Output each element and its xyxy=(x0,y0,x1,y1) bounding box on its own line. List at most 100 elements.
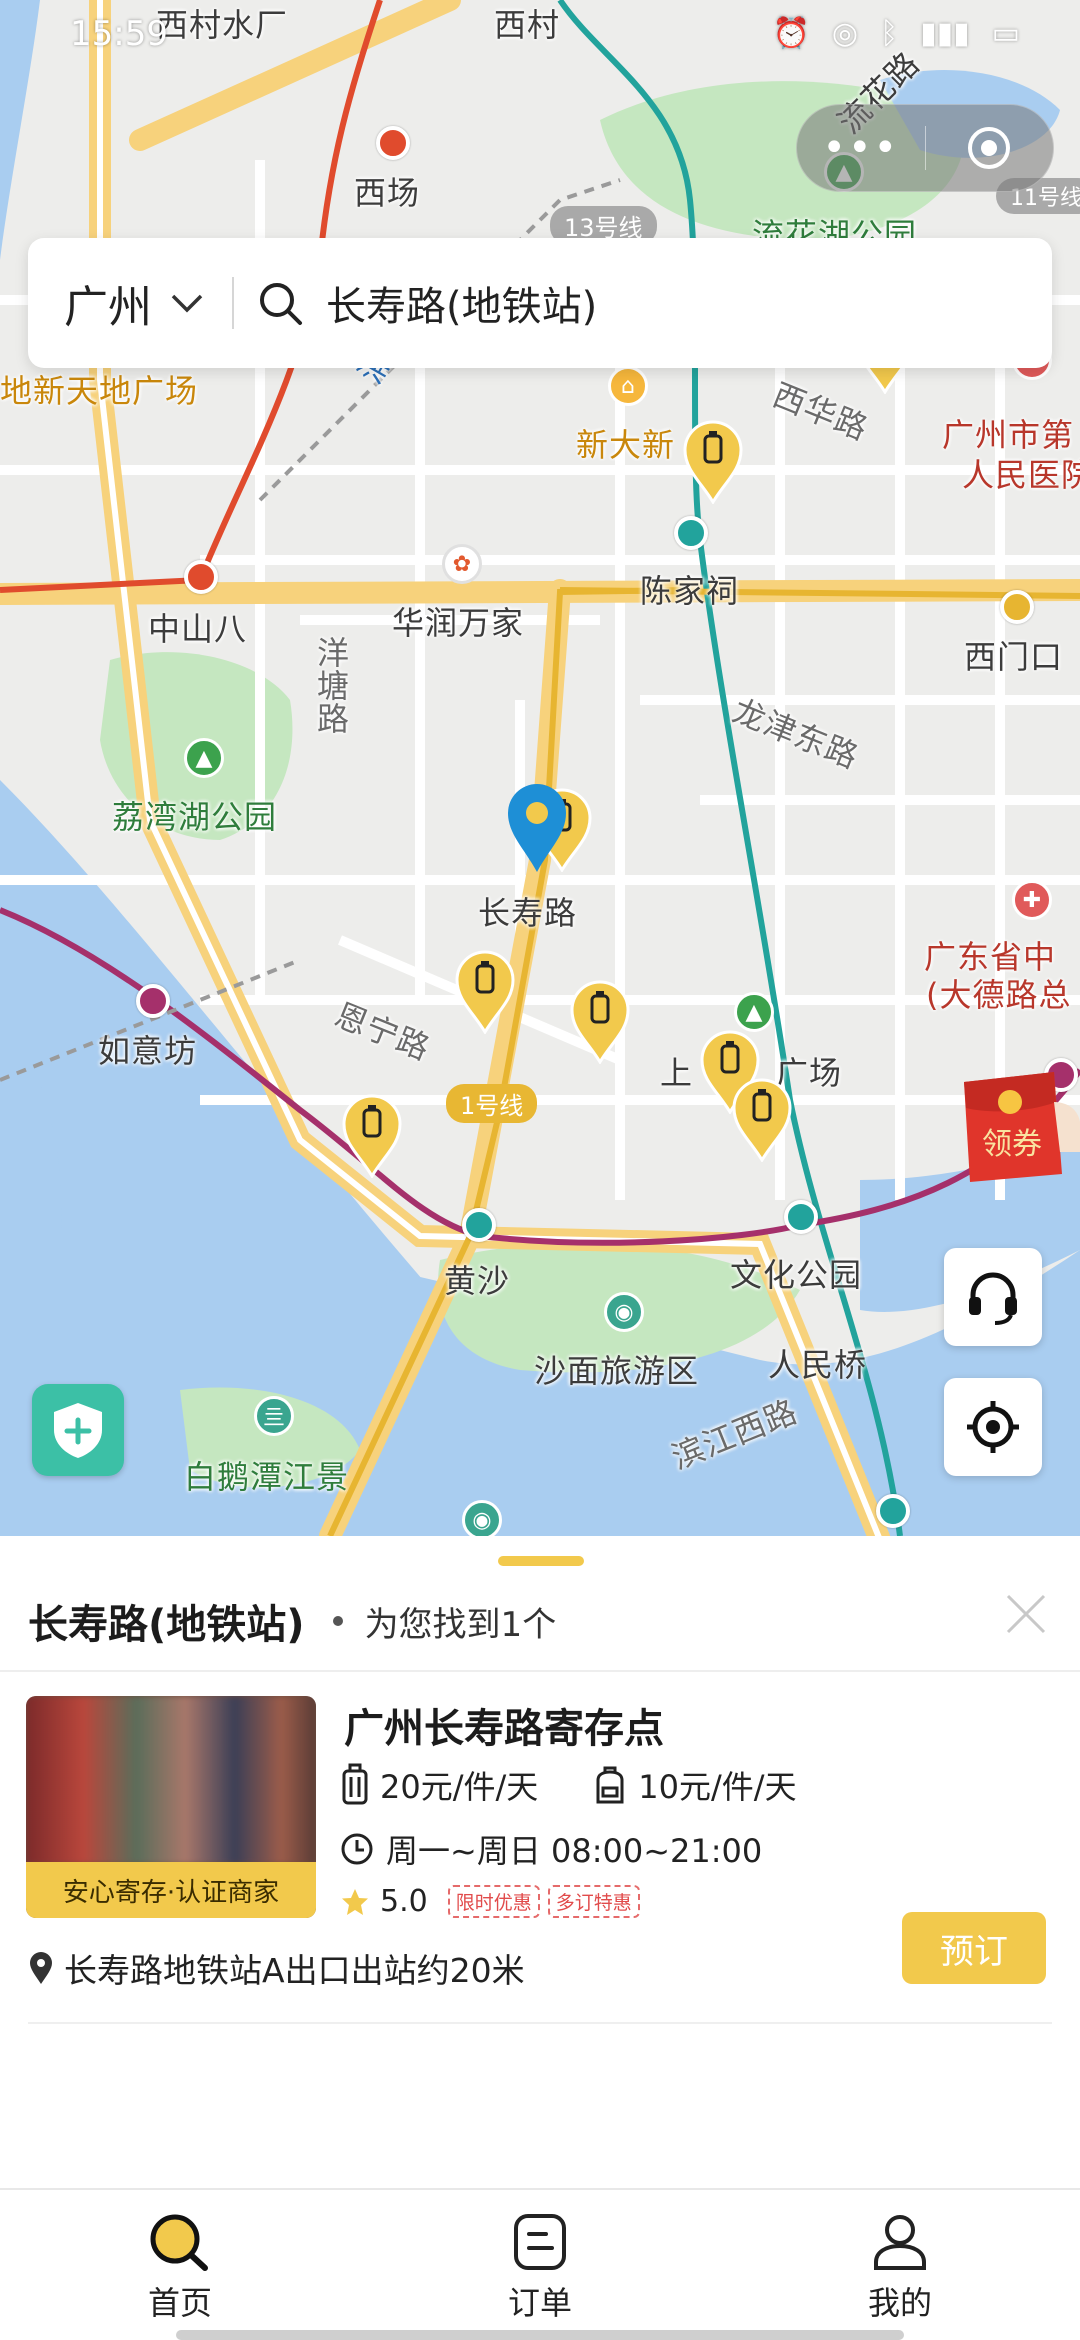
shield-plus-icon xyxy=(54,1403,102,1458)
promo-tag: 多订特惠 xyxy=(547,1885,640,1918)
metro-station-huangsha[interactable] xyxy=(462,1208,496,1242)
location-icon: ◎ xyxy=(831,16,859,51)
search-icon xyxy=(260,283,302,325)
shop-icon: ⌂ xyxy=(608,366,648,406)
tab-orders-label: 订单 xyxy=(507,2284,572,2322)
status-icons: ⏰ ◎ ᛒ ▮▮▮ ▭ xyxy=(773,16,1020,51)
luggage-pin[interactable] xyxy=(342,1094,402,1178)
park-icon: ▲ xyxy=(734,992,774,1032)
book-button[interactable]: 预订 xyxy=(902,1912,1046,1984)
price-row: 20元/件/天 10元/件/天 xyxy=(340,1762,851,1808)
map-label-ximenkou: 西门口 xyxy=(964,638,1064,676)
luggage-pin[interactable] xyxy=(732,1078,792,1162)
scenic-icon: 亖 xyxy=(254,1396,294,1436)
clock-icon xyxy=(341,1833,373,1865)
more-button[interactable]: ••• xyxy=(797,125,925,171)
city-selector[interactable]: 广州 xyxy=(28,271,204,335)
locate-me-button[interactable] xyxy=(944,1378,1042,1476)
store-address: 长寿路地铁站A出口出站约20米 xyxy=(64,1951,525,1990)
hospital-icon: ✚ xyxy=(1012,880,1052,920)
map-label-huangsha: 黄沙 xyxy=(444,1262,511,1300)
map-label-renmin-bridge: 人民桥 xyxy=(768,1346,868,1384)
metro-station-xichang[interactable] xyxy=(376,126,410,160)
luggage-pin[interactable] xyxy=(683,420,743,504)
map-label-shangxiajiu: 上 xyxy=(660,1054,694,1092)
camera-icon: ◉ xyxy=(462,1500,502,1536)
customer-service-button[interactable] xyxy=(944,1248,1042,1346)
safety-shield-button[interactable] xyxy=(32,1384,124,1476)
map-label-wenhua-park: 文化公园 xyxy=(730,1256,863,1294)
supermarket-icon: ✿ xyxy=(442,544,482,584)
tab-bar: 首页 订单 我的 xyxy=(0,2188,1080,2340)
map-label-guangzhou-hospital-2: 人民医院 xyxy=(962,456,1080,494)
map-label-xichang: 西场 xyxy=(354,174,421,212)
price-large-item: 20元/件/天 xyxy=(340,1762,538,1808)
map-label-changshou-road: 长寿路 xyxy=(478,894,578,932)
map-label-gd-hospital-2: (大德路总 xyxy=(926,976,1072,1014)
promo-tag: 限时优惠 xyxy=(447,1885,540,1918)
search-query: 长寿路(地铁站) xyxy=(326,284,598,330)
address-row: 长寿路地铁站A出口出站约20米 xyxy=(28,1944,525,1992)
alarm-icon: ⏰ xyxy=(772,16,810,51)
dot-separator xyxy=(332,1616,343,1626)
order-icon xyxy=(514,2214,566,2270)
result-count: 为您找到1个 xyxy=(364,1604,557,1645)
star-icon xyxy=(342,1888,368,1915)
search-input[interactable]: 长寿路(地铁站) xyxy=(256,274,597,332)
map-label-ruyifang: 如意坊 xyxy=(98,1032,198,1070)
certified-badge: 安心寄存·认证商家 xyxy=(26,1862,316,1918)
store-photo: 安心寄存·认证商家 xyxy=(26,1696,316,1918)
metro-station-wenhua-park[interactable] xyxy=(784,1200,818,1234)
sheet-drag-handle[interactable] xyxy=(498,1556,584,1566)
map-label-baietan: 白鹅潭江景 xyxy=(184,1458,350,1496)
hours-row: 周一~周日 08:00~21:00 xyxy=(340,1826,762,1872)
camera-icon: ◉ xyxy=(604,1292,644,1332)
business-hours: 周一~周日 08:00~21:00 xyxy=(386,1832,763,1870)
metro-station-ximenkou[interactable] xyxy=(1000,590,1034,624)
store-name: 广州长寿路寄存点 xyxy=(344,1706,664,1752)
location-pin-icon xyxy=(30,1952,52,1984)
map-base xyxy=(0,0,1080,1536)
luggage-pin[interactable] xyxy=(570,980,630,1064)
coupon-button[interactable]: 领券 xyxy=(950,1062,1080,1188)
result-sheet: 长寿路(地铁站) 为您找到1个 安心寄存·认证商家 广州长寿路寄存点 20元/件… xyxy=(0,1536,1080,2188)
tab-profile[interactable]: 我的 xyxy=(720,2190,1080,2340)
coupon-label: 领券 xyxy=(982,1127,1042,1162)
park-icon: ▲ xyxy=(184,738,224,778)
map-view[interactable]: 西村水厂 西村 流花路 西场 流花湖公园 13号线 11号线 地新天地广场 新大… xyxy=(0,0,1080,1536)
map-label-zhongshan8: 中山八 xyxy=(148,610,248,648)
result-header: 长寿路(地铁站) 为您找到1个 xyxy=(28,1592,556,1650)
tab-orders[interactable]: 订单 xyxy=(360,2190,720,2340)
card-divider xyxy=(28,2022,1052,2024)
search-bar: 广州 长寿路(地铁站) xyxy=(28,238,1052,368)
close-icon[interactable] xyxy=(1002,1590,1050,1638)
battery-icon: ▭ xyxy=(991,16,1020,51)
mini-program-capsule: ••• xyxy=(796,104,1054,192)
price-small: 10元/件/天 xyxy=(638,1768,797,1806)
close-program-button[interactable] xyxy=(926,124,1054,172)
luggage-pin[interactable] xyxy=(455,950,515,1034)
tab-profile-label: 我的 xyxy=(867,2284,932,2322)
header-divider xyxy=(0,1670,1080,1672)
target-ring-icon xyxy=(968,127,1011,169)
home-indicator xyxy=(176,2330,904,2340)
map-label-shamian: 沙面旅游区 xyxy=(534,1352,700,1390)
status-time: 15:59 xyxy=(70,14,168,54)
map-label-liwanhu-park: 荔湾湖公园 xyxy=(112,798,278,836)
map-label-yangtang-road: 洋塘路 xyxy=(312,636,350,735)
city-label: 广州 xyxy=(64,282,152,333)
metro-station-south[interactable] xyxy=(876,1494,910,1528)
metro-station-chenjiaci[interactable] xyxy=(674,516,708,550)
tab-home[interactable]: 首页 xyxy=(0,2190,360,2340)
price-large: 20元/件/天 xyxy=(380,1768,539,1806)
bluetooth-icon: ᛒ xyxy=(880,16,899,51)
map-label-xicun-shuichang: 西村水厂 xyxy=(156,6,289,44)
tab-home-label: 首页 xyxy=(147,2284,212,2322)
metro-station-zhongshan8[interactable] xyxy=(184,560,218,594)
metro-station-ruyifang[interactable] xyxy=(136,984,170,1018)
headset-icon xyxy=(969,1272,1017,1325)
current-location-pin[interactable] xyxy=(506,782,568,874)
chevron-down-icon xyxy=(171,294,203,313)
rating-row: 5.0 限时优惠 多订特惠 xyxy=(340,1884,648,1919)
map-label-chenjiaci: 陈家祠 xyxy=(640,572,740,610)
